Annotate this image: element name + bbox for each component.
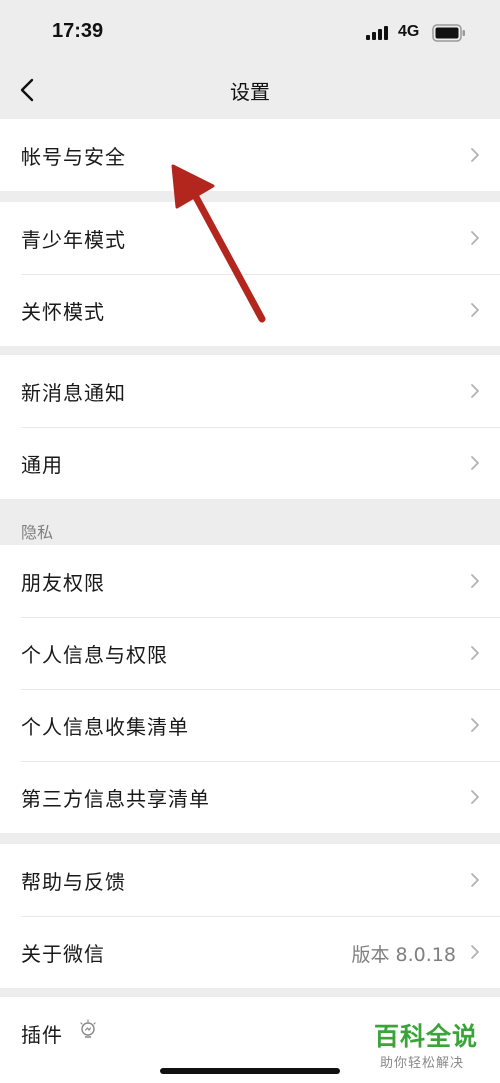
settings-item-label: 通用 (21, 453, 63, 477)
chevron-right-icon (471, 574, 479, 588)
chevron-right-icon (471, 646, 479, 660)
version-text: 版本 8.0.18 (351, 944, 456, 966)
settings-group-general: 新消息通知 通用 (0, 355, 500, 499)
watermark-subtitle: 助你轻松解决 (380, 1056, 465, 1071)
settings-item-label: 第三方信息共享清单 (21, 787, 210, 811)
settings-group-modes: 青少年模式 关怀模式 (0, 202, 500, 346)
settings-item-label: 关怀模式 (21, 300, 105, 324)
chevron-right-icon (471, 231, 479, 245)
plugin-bulb-icon (80, 1019, 96, 1038)
home-indicator (160, 1068, 340, 1074)
signal-icon (366, 26, 388, 40)
chevron-right-icon (471, 303, 479, 317)
settings-item-info-collection-list[interactable]: 个人信息收集清单 (0, 689, 500, 761)
settings-item-label: 帮助与反馈 (21, 870, 126, 894)
settings-item-label: 个人信息与权限 (21, 643, 168, 667)
status-bar: 17:39 4G (0, 0, 500, 66)
network-type: 4G (398, 23, 420, 40)
settings-item-notifications[interactable]: 新消息通知 (0, 355, 500, 427)
chevron-right-icon (471, 718, 479, 732)
settings-item-personal-info-permissions[interactable]: 个人信息与权限 (0, 617, 500, 689)
settings-item-help-feedback[interactable]: 帮助与反馈 (0, 844, 500, 916)
settings-item-label: 个人信息收集清单 (21, 715, 189, 739)
settings-item-account-security[interactable]: 帐号与安全 (0, 119, 500, 191)
settings-item-third-party-sharing-list[interactable]: 第三方信息共享清单 (0, 761, 500, 833)
settings-group-account: 帐号与安全 (0, 119, 500, 191)
section-header-privacy: 隐私 (21, 523, 54, 542)
page-title: 设置 (230, 80, 270, 104)
settings-group-privacy: 朋友权限 个人信息与权限 个人信息收集清单 第三方信息共享清单 (0, 545, 500, 833)
settings-item-label: 青少年模式 (21, 228, 126, 252)
settings-item-teen-mode[interactable]: 青少年模式 (0, 202, 500, 274)
navigation-bar: 设置 (0, 66, 500, 116)
chevron-right-icon (471, 148, 479, 162)
settings-item-label: 朋友权限 (21, 571, 105, 595)
status-time: 17:39 (52, 20, 104, 42)
chevron-right-icon (471, 873, 479, 887)
chevron-right-icon (471, 945, 479, 959)
watermark-title: 百科全说 (374, 1022, 479, 1051)
settings-item-care-mode[interactable]: 关怀模式 (0, 274, 500, 346)
chevron-right-icon (471, 790, 479, 804)
settings-item-label: 关于微信 (21, 942, 105, 966)
watermark: 百科全说 助你轻松解决 (374, 1022, 494, 1071)
settings-group-help: 帮助与反馈 关于微信 版本 8.0.18 (0, 844, 500, 988)
battery-icon (432, 24, 465, 42)
settings-item-label: 帐号与安全 (21, 145, 126, 169)
settings-item-general[interactable]: 通用 (0, 427, 500, 499)
chevron-right-icon (471, 456, 479, 470)
settings-item-about-wechat[interactable]: 关于微信 版本 8.0.18 (0, 916, 500, 988)
settings-item-label: 新消息通知 (21, 381, 126, 405)
chevron-right-icon (471, 384, 479, 398)
settings-item-friend-permissions[interactable]: 朋友权限 (0, 545, 500, 617)
settings-item-label: 插件 (21, 1023, 63, 1047)
